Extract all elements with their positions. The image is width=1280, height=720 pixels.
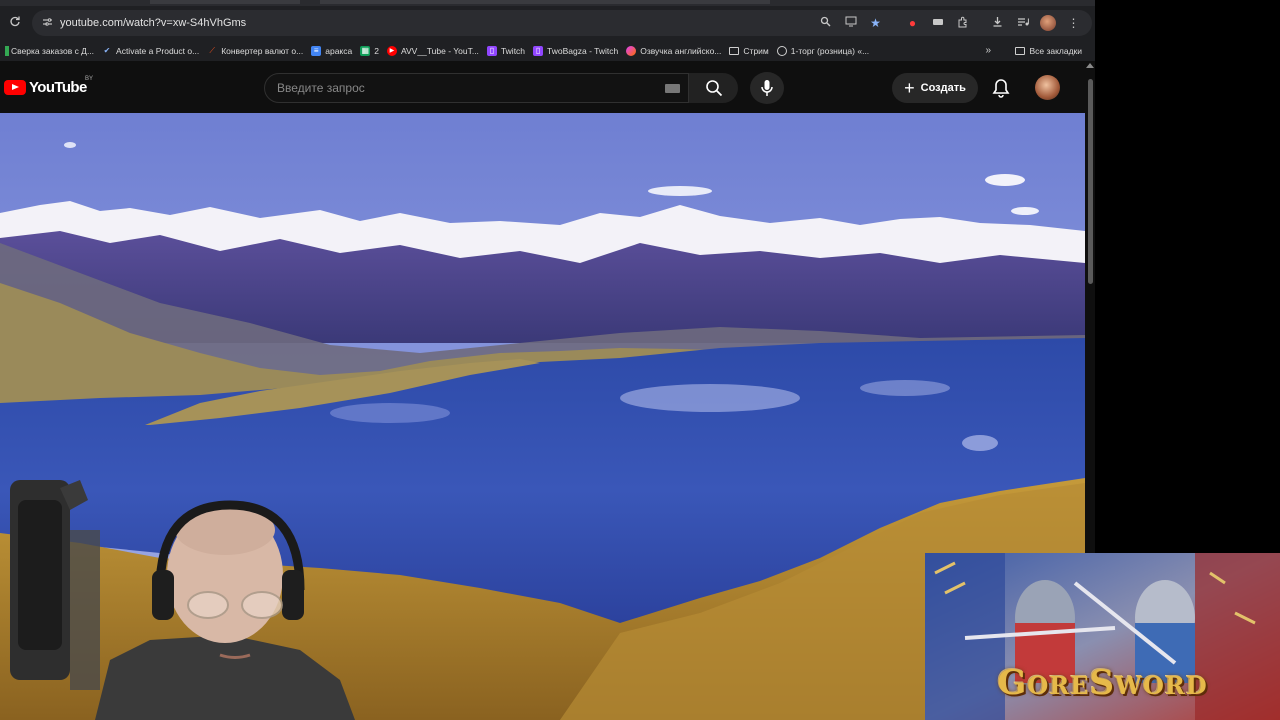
voice-search-button[interactable] [750,72,784,104]
sheets-icon [5,45,9,56]
video-reflection [860,380,950,396]
screen: { "browser": { "url": "youtube.com/watch… [0,0,1280,720]
bookmark-label: Activate a Product o... [116,45,200,56]
bookmark-item[interactable]: ✔ Activate a Product o... [102,45,200,56]
webcam-earcup-right [282,570,304,620]
notifications-bell-icon[interactable] [990,77,1012,99]
docs-icon: ≡ [311,45,322,56]
folder-icon [729,46,740,55]
bookmark-label: аракса [325,45,353,56]
video-cloud [64,142,76,148]
site-info-icon[interactable] [36,17,58,30]
download-icon[interactable] [985,16,1010,30]
bookmark-label: 1-торг (розница) «... [790,45,870,56]
webcam-hoodie [95,635,355,720]
bookmark-label: Twitch [500,45,526,56]
account-avatar[interactable] [1035,75,1060,100]
cast-icon[interactable] [838,16,863,30]
youtube-play-icon [4,80,26,95]
scrollbar-thumb[interactable] [1088,79,1093,284]
address-bar: youtube.com/watch?v=xw-S4hVhGms ★ ● ⋮ [0,6,1095,40]
bookmarks-bar: Сверка заказов с Д... ✔ Activate a Produ… [0,40,1095,61]
youtube-header: YouTube BY + Создать [0,61,1095,113]
bookmark-star-icon[interactable]: ★ [863,16,888,30]
video-reflection [620,384,800,412]
extension-red-icon[interactable]: ● [900,16,925,30]
webcam-microphone-grille [18,500,62,650]
youtube-wordmark: YouTube [29,79,87,96]
video-reflection [962,435,998,451]
bookmark-label: Стрим [743,45,769,56]
profile-avatar-icon[interactable] [1040,15,1056,31]
bookmark-item[interactable]: Сверка заказов с Д... [5,45,95,56]
omnibox[interactable]: youtube.com/watch?v=xw-S4hVhGms ★ ● ⋮ [32,10,1092,36]
bookmark-label: Озвучка английско... [640,45,722,56]
omnibox-actions: ★ ● ⋮ [813,10,1086,36]
extensions-puzzle-icon[interactable] [950,16,975,31]
scroll-up-arrow-icon[interactable] [1086,63,1094,68]
video-reflection [330,403,450,423]
search-input[interactable] [277,79,657,97]
all-bookmarks-label: Все закладки [1029,45,1082,56]
bookmark-item[interactable]: ≡ аракса [311,45,353,56]
plus-icon: + [904,78,915,98]
bookmark-label: TwoBagza - Twitch [547,45,619,56]
menu-kebab-icon[interactable]: ⋮ [1061,16,1086,30]
video-cloud [648,186,712,196]
keyboard-icon[interactable] [665,84,680,93]
checkmark-icon: ✔ [103,45,111,55]
browser-window: youtube.com/watch?v=xw-S4hVhGms ★ ● ⋮ Св… [0,0,1280,720]
webcam-earcup-left [152,570,174,620]
bookmark-item[interactable]: ▦ 2 [360,45,379,56]
all-bookmarks-folder[interactable]: Все закладки [1015,40,1082,61]
country-code: BY [85,76,94,82]
url-text[interactable]: youtube.com/watch?v=xw-S4hVhGms [60,17,246,29]
bookmark-label: AVV__Tube - YouT... [400,45,479,56]
globe-icon [776,45,787,56]
youtube-icon: ▶ [386,45,397,56]
webcam-mic-arm [70,530,100,690]
bookmark-label: 2 [374,45,379,56]
zoom-icon[interactable] [813,16,838,30]
bookmark-item[interactable]: ⟋ Конвертер валют о... [207,46,303,56]
search-box[interactable] [264,73,689,103]
webcam-glasses-right [241,591,283,619]
search-icon [705,80,722,97]
sheets-icon: ▦ [360,45,371,56]
extension-icon[interactable] [925,16,950,30]
bookmark-item[interactable]: ▶ AVV__Tube - YouT... [386,45,479,56]
twitch-icon: ▯ [533,45,544,56]
bookmark-folder[interactable]: Стрим [729,45,769,56]
twitch-icon: ▯ [486,45,497,56]
voiceover-icon [626,45,637,56]
game-overlay: GoreSword [925,553,1280,720]
search-button[interactable] [689,73,738,103]
reload-icon[interactable] [0,16,30,31]
webcam-glasses-left [187,591,229,619]
video-cloud [1011,207,1039,215]
currency-icon: ⟋ [209,45,215,55]
bookmark-item[interactable]: ▯ Twitch [486,45,526,56]
more-bookmarks-icon[interactable]: » [985,40,991,61]
youtube-logo[interactable]: YouTube BY [4,76,93,96]
game-title: GoreSword [997,663,1208,703]
create-label: Создать [920,82,966,94]
streamer-webcam [10,480,355,720]
bookmark-label: Конвертер валют о... [221,45,304,56]
folder-icon [1015,46,1026,55]
create-button[interactable]: + Создать [892,73,978,103]
video-cloud [985,174,1025,186]
media-queue-icon[interactable] [1010,16,1035,30]
bookmark-item[interactable]: ▯ TwoBagza - Twitch [533,45,619,56]
microphone-icon [761,80,773,96]
bookmark-label: Сверка заказов с Д... [11,45,95,56]
bookmark-item[interactable]: 1-торг (розница) «... [776,45,870,56]
bookmark-item[interactable]: Озвучка английско... [626,45,722,56]
